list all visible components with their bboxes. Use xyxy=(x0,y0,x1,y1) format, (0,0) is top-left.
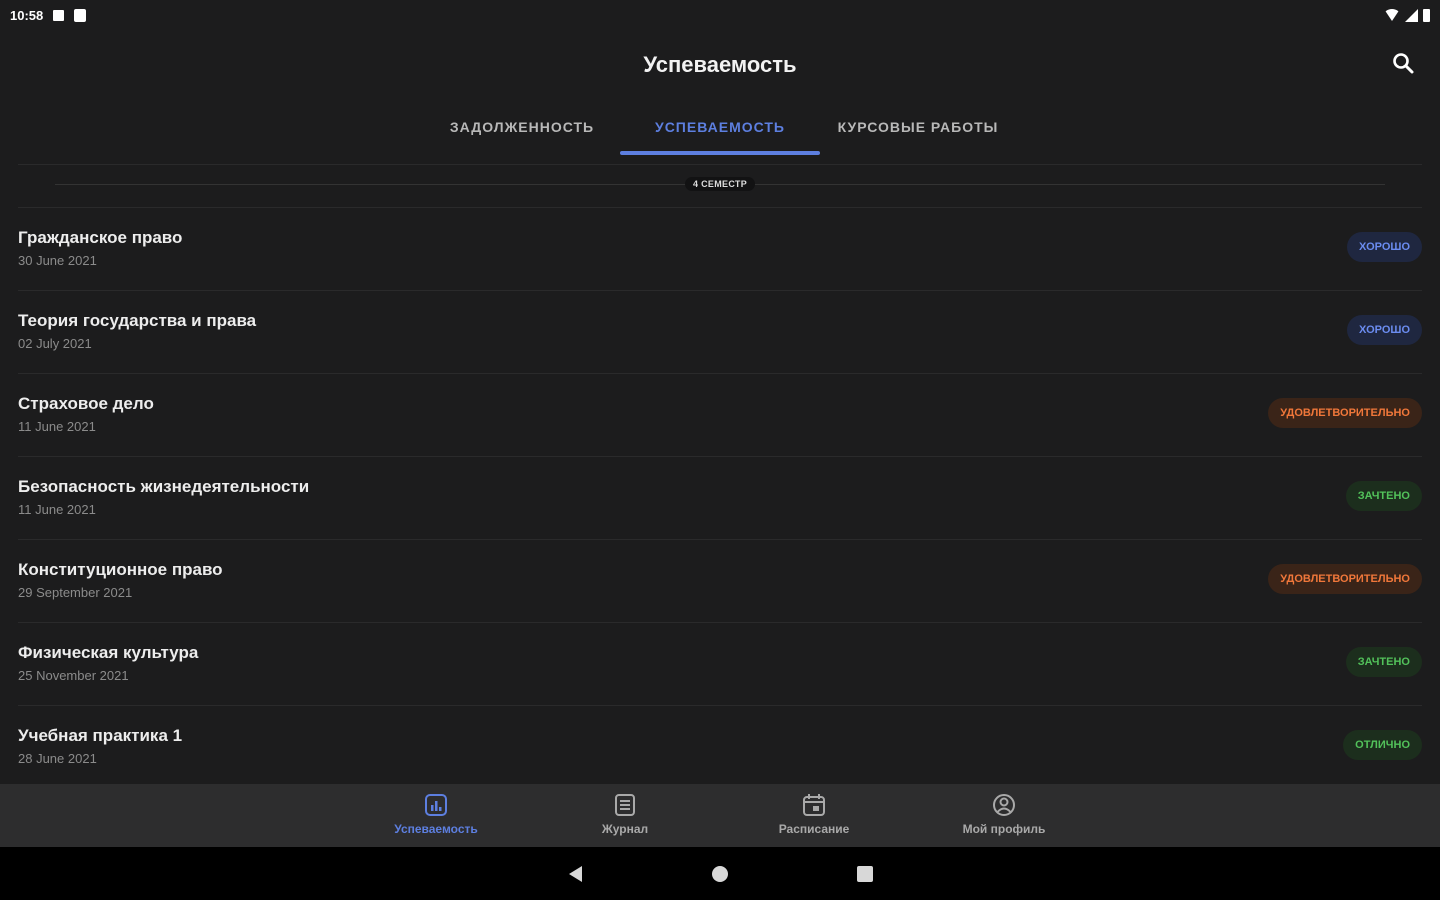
grade-badge: УДОВЛЕТВОРИТЕЛЬНО xyxy=(1268,398,1422,428)
subject-date: 29 September 2021 xyxy=(18,585,133,600)
nav-label: Журнал xyxy=(601,822,649,836)
tab-indicator xyxy=(620,151,820,155)
list-item[interactable]: Страховое дело 11 June 2021 УДОВЛЕТВОРИТ… xyxy=(0,374,1440,457)
app-bar: Успеваемость xyxy=(0,40,1440,90)
search-button[interactable] xyxy=(1390,50,1418,78)
calendar-icon xyxy=(803,794,825,816)
list-item[interactable]: Гражданское право 30 June 2021 ХОРОШО xyxy=(0,208,1440,291)
subject-date: 11 June 2021 xyxy=(18,419,96,434)
subject-name: Теория государства и права xyxy=(18,311,257,330)
subject-date: 25 November 2021 xyxy=(18,668,129,683)
grade-badge: ОТЛИЧНО xyxy=(1343,730,1422,760)
subject-name: Безопасность жизнедеятельности xyxy=(18,477,310,496)
system-navigation-bar xyxy=(0,847,1440,900)
chart-icon xyxy=(425,794,447,816)
list-item[interactable]: Безопасность жизнедеятельности 11 June 2… xyxy=(0,457,1440,540)
back-button[interactable] xyxy=(566,864,586,889)
page-title: Успеваемость xyxy=(643,52,797,77)
journal-icon xyxy=(615,794,635,816)
grade-badge: ХОРОШО xyxy=(1347,232,1422,262)
nav-performance[interactable]: Успеваемость xyxy=(366,792,506,836)
bottom-navigation: Успеваемость Журнал Расписание Мой профи… xyxy=(0,784,1440,847)
tabs-divider xyxy=(18,164,1422,165)
list-item[interactable]: Учебная практика 1 28 June 2021 ОТЛИЧНО xyxy=(0,706,1440,789)
recents-icon xyxy=(857,866,873,882)
subject-list: Гражданское право 30 June 2021 ХОРОШО Те… xyxy=(0,208,1440,789)
subject-date: 11 June 2021 xyxy=(18,502,96,517)
nav-journal[interactable]: Журнал xyxy=(555,792,695,836)
nav-label: Успеваемость xyxy=(394,822,478,836)
grade-badge: ХОРОШО xyxy=(1347,315,1422,345)
signal-icon xyxy=(1405,8,1418,22)
home-button[interactable] xyxy=(710,864,730,889)
subject-name: Учебная практика 1 xyxy=(18,726,183,745)
tab-debts[interactable]: ЗАДОЛЖЕННОСТЬ xyxy=(422,105,622,155)
nav-profile[interactable]: Мой профиль xyxy=(934,792,1074,836)
grade-badge: УДОВЛЕТВОРИТЕЛЬНО xyxy=(1268,564,1422,594)
notification-icon xyxy=(53,9,65,21)
subject-name: Физическая культура xyxy=(18,643,199,662)
list-item[interactable]: Физическая культура 25 November 2021 ЗАЧ… xyxy=(0,623,1440,706)
nav-label: Расписание xyxy=(778,822,850,836)
semester-badge: 4 СЕМЕСТР xyxy=(685,177,755,191)
status-bar: 10:58 xyxy=(0,0,1440,30)
subject-date: 28 June 2021 xyxy=(18,751,97,766)
subject-date: 02 July 2021 xyxy=(18,336,92,351)
status-time: 10:58 xyxy=(10,7,44,23)
wifi-icon xyxy=(1384,9,1400,21)
nav-schedule[interactable]: Расписание xyxy=(744,792,884,836)
recents-button[interactable] xyxy=(855,864,875,889)
grade-badge: ЗАЧТЕНО xyxy=(1345,481,1422,511)
sd-card-icon xyxy=(74,8,87,22)
list-item[interactable]: Теория государства и права 02 July 2021 … xyxy=(0,291,1440,374)
subject-name: Гражданское право xyxy=(18,228,183,247)
battery-icon xyxy=(1423,8,1430,22)
list-item[interactable]: Конституционное право 29 September 2021 … xyxy=(0,540,1440,623)
search-icon xyxy=(1393,53,1414,74)
profile-icon xyxy=(993,794,1015,816)
home-icon xyxy=(712,866,728,882)
subject-name: Конституционное право xyxy=(18,560,223,579)
nav-label: Мой профиль xyxy=(962,822,1046,836)
tab-performance[interactable]: УСПЕВАЕМОСТЬ xyxy=(620,105,820,155)
tab-coursework[interactable]: КУРСОВЫЕ РАБОТЫ xyxy=(818,105,1018,155)
back-icon xyxy=(569,866,582,882)
subject-date: 30 June 2021 xyxy=(18,253,97,268)
grade-badge: ЗАЧТЕНО xyxy=(1345,647,1422,677)
tab-bar: ЗАДОЛЖЕННОСТЬ УСПЕВАЕМОСТЬ КУРСОВЫЕ РАБО… xyxy=(0,105,1440,157)
subject-name: Страховое дело xyxy=(18,394,154,413)
